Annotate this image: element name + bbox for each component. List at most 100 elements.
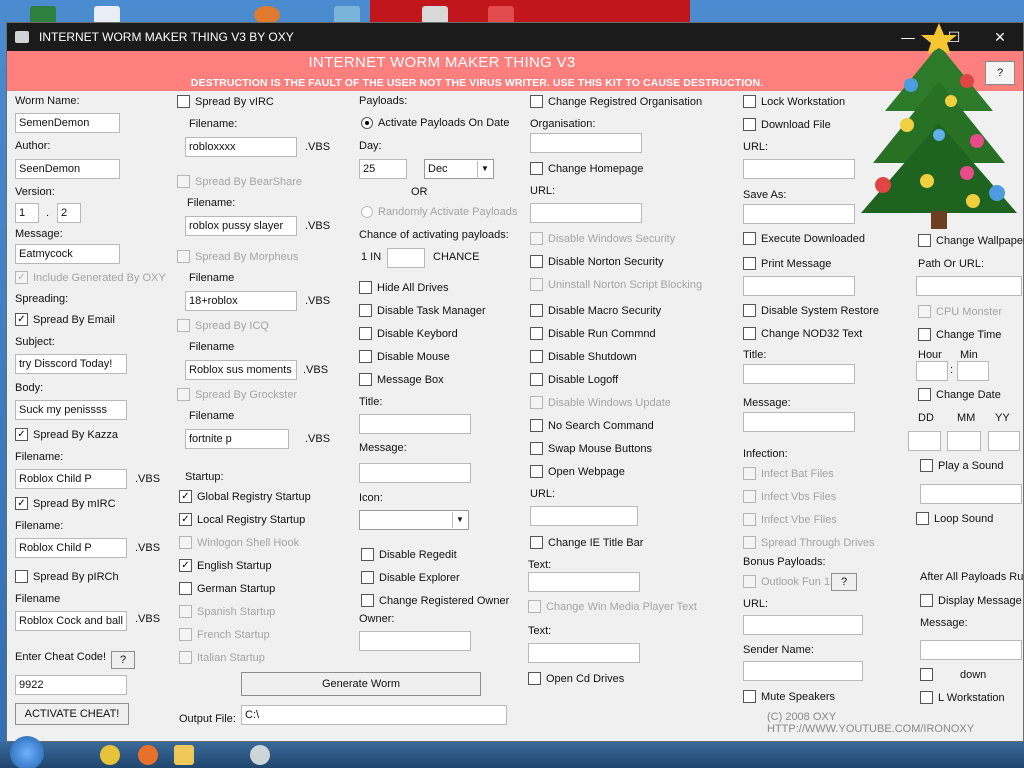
disable-win-update-checkbox[interactable]: Disable Windows Update [530,396,671,409]
outlook-help-button[interactable]: ? [831,573,857,591]
spanish-startup-checkbox[interactable]: Spanish Startup [179,605,275,618]
disable-restore-checkbox[interactable]: Disable System Restore [743,304,879,317]
cpu-monster-checkbox[interactable]: CPU Monster [918,305,1002,318]
german-startup-checkbox[interactable]: German Startup [179,582,275,595]
chrome-icon[interactable] [100,745,120,765]
ie-text-field[interactable] [528,572,640,592]
change-owner-checkbox[interactable]: Change Registered Owner [361,594,509,607]
final-lock-workstation-checkbox[interactable]: L Workstation [920,691,1005,704]
pirch-filename-field[interactable]: Roblox Cock and ball [15,611,127,631]
owner-field[interactable] [359,631,471,651]
subject-field[interactable]: try Disscord Today! [15,354,127,374]
outlook-url-field[interactable] [743,615,863,635]
display-message-checkbox[interactable]: Display Message [920,594,1022,607]
month-select[interactable]: Dec ▼ [424,159,494,179]
chance-field[interactable] [387,248,425,268]
no-search-checkbox[interactable]: No Search Command [530,419,654,432]
change-wallpaper-checkbox[interactable]: Change Wallpaper [918,234,1024,247]
spread-mirc-checkbox[interactable]: ✓ Spread By mIRC [15,497,116,510]
disable-explorer-checkbox[interactable]: Disable Explorer [361,571,460,584]
disable-macro-checkbox[interactable]: Disable Macro Security [530,304,661,317]
spread-email-checkbox[interactable]: ✓ Spread By Email [15,313,115,326]
message-box-checkbox[interactable]: Message Box [359,373,444,386]
spread-drives-checkbox[interactable]: Spread Through Drives [743,536,875,549]
disable-taskmgr-checkbox[interactable]: Disable Task Manager [359,304,486,317]
webpage-url-field[interactable] [530,506,638,526]
italian-startup-checkbox[interactable]: Italian Startup [179,651,265,664]
dd-field[interactable] [908,431,941,451]
wallpaper-path-field[interactable] [916,276,1022,296]
infect-vbe-checkbox[interactable]: Infect Vbe Files [743,513,837,526]
homepage-url-field[interactable] [530,203,642,223]
activate-on-date-radio[interactable]: Activate Payloads On Date [361,117,509,129]
firefox-icon[interactable] [138,745,158,765]
winlogon-checkbox[interactable]: Winlogon Shell Hook [179,536,299,549]
spread-kazza-checkbox[interactable]: ✓ Spread By Kazza [15,428,118,441]
shutdown-checkbox[interactable]: down [920,668,986,681]
local-registry-checkbox[interactable]: ✓ Local Registry Startup [179,513,305,526]
lock-workstation-checkbox[interactable]: Lock Workstation [743,95,845,108]
kazza-filename-field[interactable]: Roblox Child P [15,469,127,489]
worm-name-field[interactable]: SemenDemon [15,113,120,133]
icon-select[interactable]: ▼ [359,510,469,530]
spread-pirch-checkbox[interactable]: Spread By pIRCh [15,570,119,583]
disable-norton-checkbox[interactable]: Disable Norton Security [530,255,664,268]
swap-mouse-checkbox[interactable]: Swap Mouse Buttons [530,442,652,455]
msgbox-title-field[interactable] [359,414,471,434]
spread-morpheus-checkbox[interactable]: Spread By Morpheus [177,250,298,263]
bearshare-filename-field[interactable]: roblox pussy slayer [185,216,297,236]
hide-drives-checkbox[interactable]: Hide All Drives [359,281,449,294]
change-ie-title-checkbox[interactable]: Change IE Title Bar [530,536,643,549]
spread-bearshare-checkbox[interactable]: Spread By BearShare [177,175,302,188]
cheat-help-button[interactable]: ? [111,651,135,669]
infect-bat-checkbox[interactable]: Infect Bat Files [743,467,834,480]
open-cd-checkbox[interactable]: Open Cd Drives [528,672,624,685]
download-file-checkbox[interactable]: Download File [743,118,831,131]
change-homepage-checkbox[interactable]: Change Homepage [530,162,643,175]
org-field[interactable] [530,133,642,153]
mirc-filename-field[interactable]: Roblox Child P [15,538,127,558]
nod32-message-field[interactable] [743,412,855,432]
disable-regedit-checkbox[interactable]: Disable Regedit [361,548,457,561]
activate-cheat-button[interactable]: ACTIVATE CHEAT! [15,703,129,725]
french-startup-checkbox[interactable]: French Startup [179,628,270,641]
version-major-field[interactable]: 1 [15,203,39,223]
randomly-activate-radio[interactable]: Randomly Activate Payloads [361,206,517,218]
disable-mouse-checkbox[interactable]: Disable Mouse [359,350,450,363]
mm-field[interactable] [947,431,981,451]
disable-keyboard-checkbox[interactable]: Disable Keybord [359,327,458,340]
disable-shutdown-checkbox[interactable]: Disable Shutdown [530,350,637,363]
grokster-filename-field[interactable]: fortnite p [185,429,289,449]
mute-speakers-checkbox[interactable]: Mute Speakers [743,690,835,703]
output-file-field[interactable]: C:\ [241,705,507,725]
disable-logoff-checkbox[interactable]: Disable Logoff [530,373,618,386]
outlook-fun-checkbox[interactable]: Outlook Fun 1 [743,575,830,588]
print-message-field[interactable] [743,276,855,296]
morpheus-filename-field[interactable]: 18+roblox [185,291,297,311]
yy-field[interactable] [988,431,1020,451]
final-message-field[interactable] [920,640,1022,660]
virc-filename-field[interactable]: robloxxxx [185,137,297,157]
change-org-checkbox[interactable]: Change Registred Organisation [530,95,702,108]
include-generated-checkbox[interactable]: ✓ Include Generated By OXY [15,271,166,284]
change-time-checkbox[interactable]: Change Time [918,328,1001,341]
message-field[interactable]: Eatmycock [15,244,120,264]
icq-filename-field[interactable]: Roblox sus moments [185,360,297,380]
spread-icq-checkbox[interactable]: Spread By ICQ [177,319,269,332]
nod32-title-field[interactable] [743,364,855,384]
print-message-checkbox[interactable]: Print Message [743,257,831,270]
sender-name-field[interactable] [743,661,863,681]
loop-sound-checkbox[interactable]: Loop Sound [916,512,993,525]
folder-icon[interactable] [174,745,194,765]
disable-win-security-checkbox[interactable]: Disable Windows Security [530,232,675,245]
execute-downloaded-checkbox[interactable]: Execute Downloaded [743,232,865,245]
save-as-field[interactable] [743,204,855,224]
change-nod32-checkbox[interactable]: Change NOD32 Text [743,327,862,340]
change-wmp-checkbox[interactable]: Change Win Media Player Text [528,600,697,613]
play-sound-checkbox[interactable]: Play a Sound [920,459,1003,472]
version-minor-field[interactable]: 2 [57,203,81,223]
global-registry-checkbox[interactable]: ✓ Global Registry Startup [179,490,311,503]
generate-worm-button[interactable]: Generate Worm [241,672,481,696]
infect-vbs-checkbox[interactable]: Infect Vbs Files [743,490,836,503]
disable-run-checkbox[interactable]: Disable Run Commnd [530,327,656,340]
